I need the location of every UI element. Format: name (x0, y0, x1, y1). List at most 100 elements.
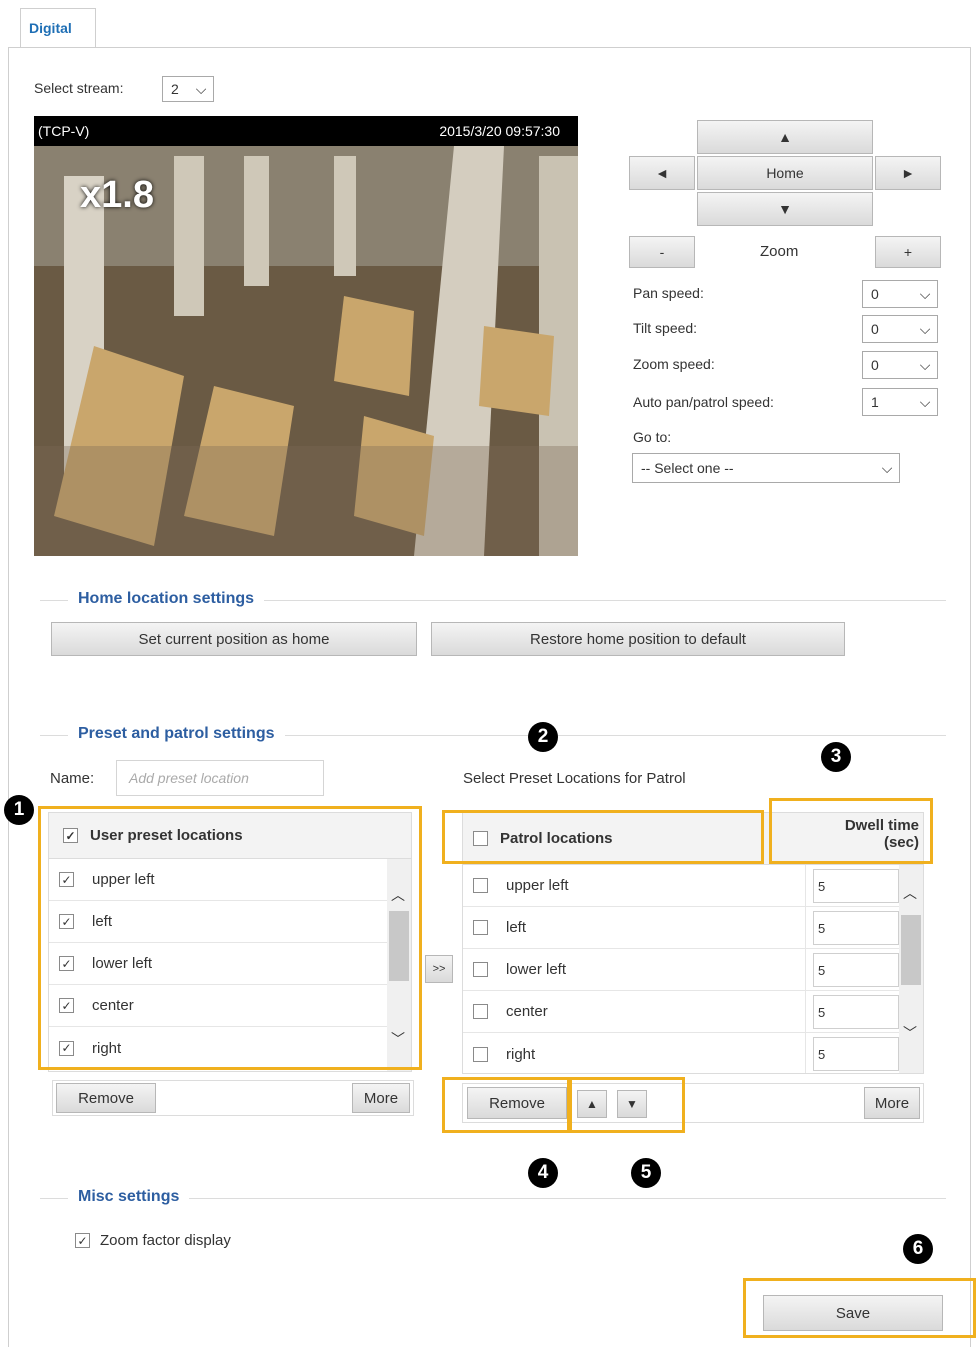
tilt-speed-value: 0 (871, 321, 879, 337)
preset-section-title: Preset and patrol settings (68, 725, 285, 743)
zoom-factor-display-option[interactable]: ✓ Zoom factor display (75, 1232, 231, 1249)
minus-icon: - (659, 244, 665, 260)
goto-select[interactable]: -- Select one -- ⌵ (632, 453, 900, 483)
home-section-title: Home location settings (68, 590, 265, 608)
auto-patrol-speed-label: Auto pan/patrol speed: (633, 394, 774, 410)
checkbox[interactable] (473, 1004, 488, 1019)
checkbox[interactable] (473, 962, 488, 977)
zoom-speed-select[interactable]: 0 ⌵ (862, 351, 938, 379)
checkbox[interactable] (473, 878, 488, 893)
patrol-rows: upper left left lower left center right … (463, 865, 923, 1073)
pan-speed-label: Pan speed: (633, 285, 704, 301)
highlight-box-1 (38, 806, 422, 1070)
zoom-in-button[interactable]: + (875, 236, 941, 268)
highlight-box-4 (442, 1077, 572, 1133)
checkbox[interactable] (473, 1046, 488, 1062)
more-presets-button[interactable]: More (352, 1083, 410, 1113)
protocol-label: (TCP-V) (38, 123, 90, 139)
remove-preset-label: Remove (78, 1089, 134, 1107)
patrol-item-label: right (506, 1045, 536, 1063)
dwell-time-input[interactable]: 5 (813, 869, 899, 903)
preset-name-input[interactable]: Add preset location (116, 760, 324, 796)
preset-name-label: Name: (50, 770, 95, 787)
add-to-patrol-button[interactable]: >> (425, 955, 453, 983)
arrow-up-icon: ▲ (778, 129, 792, 145)
highlight-box-6 (743, 1278, 976, 1338)
zoom-label: Zoom (760, 243, 799, 260)
patrol-caption: Select Preset Locations for Patrol (463, 770, 686, 787)
chevron-down-icon: ⌵ (195, 80, 207, 97)
highlight-box-3 (769, 798, 933, 864)
dwell-time-input[interactable]: 5 (813, 995, 899, 1029)
callout-3: 3 (821, 742, 851, 772)
chevron-down-icon[interactable]: ﹀ (903, 1023, 917, 1043)
callout-6: 6 (903, 1234, 933, 1264)
zoom-factor-checkbox[interactable]: ✓ (75, 1233, 90, 1248)
chevron-down-icon: ⌵ (919, 285, 931, 302)
callout-1: 1 (4, 795, 34, 825)
patrol-item-label: upper left (506, 877, 569, 894)
goto-value: -- Select one -- (641, 460, 734, 476)
set-home-button[interactable]: Set current position as home (51, 622, 417, 656)
stream-value: 2 (171, 81, 179, 97)
dwell-time-value: 5 (818, 920, 826, 936)
tilt-down-button[interactable]: ▼ (697, 192, 873, 226)
pan-speed-select[interactable]: 0 ⌵ (862, 280, 938, 308)
highlight-box-5 (567, 1077, 685, 1133)
checkbox[interactable] (473, 920, 488, 935)
dwell-time-value: 5 (818, 962, 826, 978)
stream-select[interactable]: 2 ⌵ (162, 76, 214, 102)
more-presets-label: More (363, 1089, 399, 1107)
pan-speed-value: 0 (871, 286, 879, 302)
home-button[interactable]: Home (697, 156, 873, 190)
patrol-list-scrollbar[interactable]: ︿ ﹀ (899, 865, 923, 1073)
misc-section-title: Misc settings (68, 1188, 190, 1206)
restore-home-button[interactable]: Restore home position to default (431, 622, 845, 656)
tilt-speed-select[interactable]: 0 ⌵ (862, 315, 938, 343)
dwell-time-value: 5 (818, 878, 826, 894)
zoom-speed-value: 0 (871, 357, 879, 373)
remove-preset-button[interactable]: Remove (56, 1083, 156, 1113)
more-patrol-button[interactable]: More (864, 1087, 920, 1119)
chevron-down-icon: ⌵ (881, 459, 893, 476)
zoom-factor-label: Zoom factor display (100, 1232, 231, 1249)
camera-view[interactable]: (TCP-V) 2015/3/20 09:57:30 x1.8 (34, 116, 578, 556)
dwell-time-input[interactable]: 5 (813, 911, 899, 945)
tilt-up-button[interactable]: ▲ (697, 120, 873, 154)
zoom-speed-label: Zoom speed: (633, 356, 715, 372)
tilt-speed-label: Tilt speed: (633, 320, 698, 336)
zoom-factor-overlay: x1.8 (80, 174, 154, 216)
column-divider (805, 865, 806, 1073)
goto-label: Go to: (633, 429, 672, 445)
tab-digital[interactable]: Digital (20, 8, 96, 48)
arrow-left-icon: ◄ (655, 165, 669, 181)
chevron-up-icon[interactable]: ︿ (903, 883, 917, 903)
patrol-item-label: lower left (506, 961, 567, 978)
patrol-item-label: center (506, 1003, 548, 1020)
auto-patrol-speed-select[interactable]: 1 ⌵ (862, 388, 938, 416)
callout-5: 5 (631, 1158, 661, 1188)
dwell-time-value: 5 (818, 1046, 826, 1062)
callout-4: 4 (528, 1158, 558, 1188)
chevron-down-icon: ⌵ (919, 320, 931, 337)
dwell-time-value: 5 (818, 1004, 826, 1020)
patrol-item-label: left (506, 919, 527, 936)
stream-label: Select stream: (34, 80, 124, 96)
arrow-right-icon: ► (901, 165, 915, 181)
home-label: Home (766, 165, 804, 181)
highlight-box-2 (442, 810, 764, 864)
zoom-out-button[interactable]: - (629, 236, 695, 268)
plus-icon: + (903, 244, 913, 260)
chevron-down-icon: ⌵ (919, 393, 931, 410)
set-home-label: Set current position as home (138, 630, 330, 648)
dwell-time-input[interactable]: 5 (813, 1037, 899, 1071)
scrollbar-thumb[interactable] (901, 915, 921, 985)
video-status-bar: (TCP-V) 2015/3/20 09:57:30 (34, 116, 578, 146)
double-arrow-icon: >> (432, 963, 446, 975)
dwell-time-input[interactable]: 5 (813, 953, 899, 987)
arrow-down-icon: ▼ (778, 201, 792, 217)
pan-left-button[interactable]: ◄ (629, 156, 695, 190)
auto-patrol-speed-value: 1 (871, 394, 879, 410)
timestamp: 2015/3/20 09:57:30 (439, 123, 560, 139)
pan-right-button[interactable]: ► (875, 156, 941, 190)
